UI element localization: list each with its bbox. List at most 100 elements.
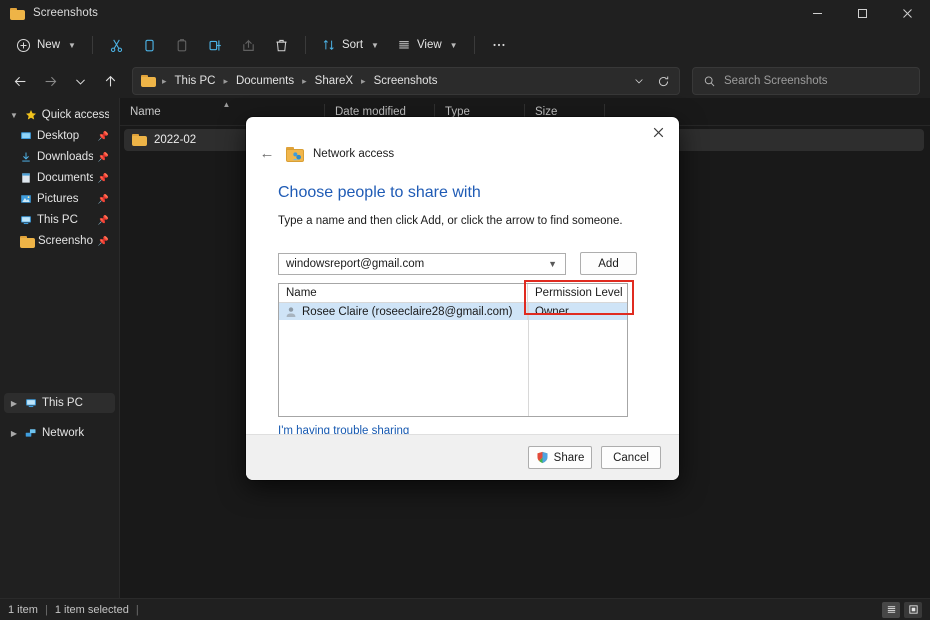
minimize-icon[interactable] xyxy=(795,0,840,26)
share-list-item-permission: Owner xyxy=(535,306,569,318)
chevron-right-icon[interactable]: ▶ xyxy=(8,399,20,408)
breadcrumb-item-screenshots[interactable]: Screenshots xyxy=(369,73,443,89)
navigation-pane: ▼ Quick access Desktop 📌 Downloads 📌 xyxy=(0,98,120,598)
share-permissions-list: Name Permission Level Rosee Claire (rose… xyxy=(278,283,628,417)
breadcrumb-separator: ▸ xyxy=(360,76,367,87)
recent-locations-button[interactable] xyxy=(66,67,94,95)
sidebar-label: Downloads xyxy=(37,151,93,163)
sidebar-label: Quick access xyxy=(42,109,109,121)
pin-icon[interactable]: 📌 xyxy=(98,236,109,247)
file-name: 2022-02 xyxy=(154,134,196,146)
dialog-back-icon[interactable]: ← xyxy=(258,145,276,162)
plus-circle-icon xyxy=(16,38,31,53)
sidebar-item-pictures[interactable]: Pictures 📌 xyxy=(4,189,115,209)
maximize-icon[interactable] xyxy=(840,0,885,26)
view-button-label: View xyxy=(417,39,442,51)
chevron-down-icon: ▼ xyxy=(450,41,458,50)
refresh-icon[interactable] xyxy=(653,70,673,92)
sidebar-label: Desktop xyxy=(37,130,79,142)
list-column-label: Permission Level xyxy=(535,287,623,299)
cancel-button[interactable]: Cancel xyxy=(601,446,661,469)
copy-button[interactable] xyxy=(134,31,165,59)
add-button[interactable]: Add xyxy=(580,252,637,275)
share-list-item-permission-cell[interactable]: Owner xyxy=(528,303,627,320)
rename-button[interactable] xyxy=(200,31,231,59)
column-label: Type xyxy=(445,106,470,118)
breadcrumb-item-documents[interactable]: Documents xyxy=(231,73,299,89)
chevron-down-icon: ▼ xyxy=(371,41,379,50)
window-controls xyxy=(795,0,930,26)
delete-button[interactable] xyxy=(266,31,297,59)
breadcrumb-item-this-pc[interactable]: This PC xyxy=(170,73,221,89)
list-column-label: Name xyxy=(286,287,317,299)
pin-icon[interactable]: 📌 xyxy=(98,173,109,184)
column-label: Size xyxy=(535,106,557,118)
sidebar-item-this-pc-root[interactable]: ▶ This PC xyxy=(4,393,115,413)
share-confirm-button[interactable]: Share xyxy=(528,446,592,469)
sidebar-item-network[interactable]: ▶ Network xyxy=(4,423,115,443)
sidebar-item-quick-access[interactable]: ▼ Quick access xyxy=(4,105,115,125)
sidebar-item-desktop[interactable]: Desktop 📌 xyxy=(4,126,115,146)
add-person-row: windowsreport@gmail.com ▼ Add xyxy=(278,252,679,275)
item-count: 1 item xyxy=(8,604,38,616)
cut-button[interactable] xyxy=(101,31,132,59)
sidebar-item-downloads[interactable]: Downloads 📌 xyxy=(4,147,115,167)
pin-icon[interactable]: 📌 xyxy=(98,215,109,226)
address-bar[interactable]: ▸ This PC ▸ Documents ▸ ShareX ▸ Screens… xyxy=(132,67,680,95)
copy-icon xyxy=(142,38,157,53)
status-divider: | xyxy=(136,604,139,616)
sort-button[interactable]: Sort ▼ xyxy=(314,31,387,59)
uac-shield-icon xyxy=(536,451,549,464)
large-icons-view-icon[interactable] xyxy=(904,602,922,618)
share-list-item-name: Rosee Claire (roseeclaire28@gmail.com) xyxy=(302,306,512,318)
cancel-button-label: Cancel xyxy=(613,452,649,464)
cut-icon xyxy=(109,38,124,53)
search-icon xyxy=(703,75,716,88)
chevron-right-icon[interactable]: ▶ xyxy=(8,429,20,438)
paste-button[interactable] xyxy=(167,31,198,59)
chevron-down-icon[interactable] xyxy=(629,70,649,92)
dialog-subtitle: Type a name and then click Add, or click… xyxy=(278,215,679,227)
sidebar-label: Pictures xyxy=(37,193,79,205)
share-list-item[interactable]: Rosee Claire (roseeclaire28@gmail.com) O… xyxy=(279,303,627,320)
window-title: Screenshots xyxy=(33,7,98,19)
share-button[interactable] xyxy=(233,31,264,59)
toolbar-divider xyxy=(305,36,306,54)
dialog-header: ← Network access xyxy=(246,117,679,162)
toolbar-divider xyxy=(474,36,475,54)
up-button[interactable] xyxy=(96,67,124,95)
sidebar-label: This PC xyxy=(37,214,78,226)
sidebar-item-documents[interactable]: Documents 📌 xyxy=(4,168,115,188)
close-icon[interactable] xyxy=(885,0,930,26)
list-column-name[interactable]: Name xyxy=(279,284,528,302)
list-column-divider xyxy=(528,303,529,416)
breadcrumb-separator: ▸ xyxy=(161,76,168,87)
forward-button[interactable] xyxy=(36,67,64,95)
details-view-icon[interactable] xyxy=(882,602,900,618)
list-header-row: Name Permission Level xyxy=(279,284,627,303)
chevron-down-icon[interactable]: ▼ xyxy=(8,111,20,120)
back-button[interactable] xyxy=(6,67,34,95)
dialog-close-icon[interactable] xyxy=(637,117,679,147)
sidebar-item-this-pc[interactable]: This PC 📌 xyxy=(4,210,115,230)
view-toggle-group xyxy=(882,602,922,618)
person-combobox[interactable]: windowsreport@gmail.com ▼ xyxy=(278,253,566,275)
network-icon xyxy=(25,427,37,439)
command-bar: New ▼ xyxy=(0,26,930,64)
pin-icon[interactable]: 📌 xyxy=(98,152,109,163)
sidebar-item-screenshots[interactable]: Screenshots 📌 xyxy=(4,231,115,251)
dialog-header-label: Network access xyxy=(313,148,394,160)
breadcrumb-item-sharex[interactable]: ShareX xyxy=(310,73,358,89)
paste-icon xyxy=(175,38,190,53)
documents-icon xyxy=(20,172,32,184)
see-more-button[interactable] xyxy=(483,31,515,59)
rename-icon xyxy=(208,38,223,53)
breadcrumb-separator: ▸ xyxy=(301,76,308,87)
view-button[interactable]: View ▼ xyxy=(389,31,466,59)
chevron-down-icon[interactable]: ▼ xyxy=(544,259,561,269)
list-column-permission-level[interactable]: Permission Level xyxy=(528,284,627,302)
search-input[interactable]: Search Screenshots xyxy=(692,67,920,95)
new-button[interactable]: New ▼ xyxy=(8,31,84,59)
pin-icon[interactable]: 📌 xyxy=(98,194,109,205)
pin-icon[interactable]: 📌 xyxy=(98,131,109,142)
